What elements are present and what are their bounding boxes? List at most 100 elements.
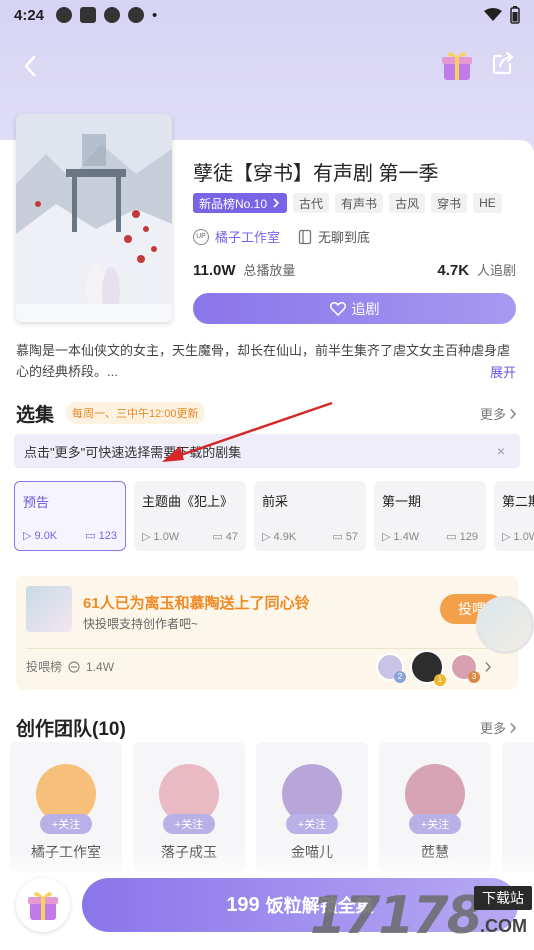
status-time: 4:24 [14,6,45,24]
ending-status: 无聊到底 [298,227,370,246]
episode-title: 第二期 [502,494,534,509]
genre-tag[interactable]: 古代 [293,193,330,213]
divider [26,648,508,649]
app-icon [80,7,97,23]
close-icon[interactable]: × [492,442,510,460]
watermark-domain: .COM [480,916,527,936]
episode-plays: ▷ 9.0K [23,530,58,542]
gift-button[interactable] [440,48,474,82]
more-notifications-dot: • [152,6,158,24]
gift-subtitle: 快投喂支持创作者吧~ [83,617,199,631]
notification-icon [56,7,73,23]
coin-icon [68,660,80,673]
genre-tag[interactable]: 古风 [389,193,426,213]
ending-status-label: 无聊到底 [318,230,371,245]
episode-card[interactable]: 前采 ▷ 4.9K ▭ 57 [254,481,366,551]
feed-ranking[interactable]: 投喂榜 1.4W [26,658,114,675]
genre-tag[interactable]: 有声书 [335,193,384,213]
follow-member-button[interactable]: +关注 [40,814,92,834]
unlock-price: 199 [226,893,260,916]
episodes-more-link[interactable]: 更多 [480,404,517,423]
heart-icon [329,301,346,316]
chevron-right-icon [510,722,517,733]
notification-icon [104,7,121,23]
episode-card[interactable]: 主题曲《犯上》 ▷ 1.0W ▭ 47 [134,481,246,551]
episode-card[interactable]: 第二期 ▷ 1.0W [494,481,534,551]
follow-member-button[interactable]: +关注 [286,814,338,834]
gift-fab-button[interactable] [16,878,70,932]
follower-count-label: 人追剧 [476,263,516,278]
more-label: 更多 [480,721,507,736]
episode-card[interactable]: 第一期 ▷ 1.4W ▭ 129 [374,481,486,551]
drama-description: 慕陶是一本仙侠文的女主，天生魔骨，却长在仙山，前半生集齐了虐文女主百种虐身虐心的… [16,343,511,379]
episode-plays: ▷ 1.0W [142,531,180,543]
episode-title: 第一期 [382,494,422,509]
floating-player-avatar[interactable] [476,596,534,654]
rank-avatar-list[interactable]: 2 1 3 [376,650,492,686]
episode-title: 预告 [23,495,50,510]
play-count-label: 总播放量 [243,263,296,278]
expand-link[interactable]: 展开 [490,362,516,381]
tag-row: 新品榜No.10 古代 有声书 古风 穿书 HE [193,193,502,213]
more-label: 更多 [480,407,507,422]
episode-plays: ▷ 1.0W [502,531,534,543]
up-badge-icon: UP [193,228,209,245]
avatar: 2 [376,653,406,683]
genre-tag[interactable]: HE [473,193,502,213]
follow-drama-button[interactable]: 追剧 [193,293,516,324]
studio-link[interactable]: 橘子工作室 [215,227,280,246]
team-more-link[interactable]: 更多 [480,718,517,737]
episode-comments: ▭ 123 [85,530,117,542]
avatar: 1 [410,650,446,686]
episode-card[interactable]: 预告 ▷ 9.0K ▭ 123 [14,481,126,551]
drama-cover-image[interactable] [16,114,172,322]
cover-artwork [16,114,172,322]
gift-thumbnail [26,586,72,632]
watermark-digits: 17178 [310,886,483,946]
episode-plays: ▷ 1.4W [382,531,420,543]
chevron-left-icon [24,55,36,77]
stats-row: 11.0W 总播放量 4.7K 人追剧 [193,260,516,280]
battery-icon [510,6,520,24]
studio-row: UP 橘子工作室 无聊到底 [193,227,370,246]
drama-title: 孽徒【穿书】有声剧 第一季 [193,163,439,185]
share-icon [492,51,514,75]
follow-drama-label: 追剧 [351,300,380,317]
episode-comments: ▭ 47 [212,531,238,543]
play-count: 11.0W [193,262,236,279]
chevron-right-icon [510,408,517,419]
gift-title: 61人已为离玉和慕陶送上了同心铃 [83,595,310,612]
share-button[interactable] [490,50,520,80]
status-bar: 4:24 • [0,0,534,30]
watermark-badge: 下载站 [474,886,532,910]
chevron-right-icon [485,661,492,673]
avatar: 3 [450,653,480,683]
genre-tag[interactable]: 穿书 [431,193,468,213]
feed-ranking-label: 投喂榜 [26,660,63,674]
episode-plays: ▷ 4.9K [262,531,297,543]
episode-comments: ▭ 129 [446,531,478,543]
annotation-arrow [162,401,333,462]
back-button[interactable] [14,50,46,82]
gift-box-icon [28,892,58,920]
episodes-heading: 选集 [16,405,55,426]
rank-tag[interactable]: 新品榜No.10 [193,193,288,213]
episode-title: 主题曲《犯上》 [142,494,234,509]
episode-comments: ▭ 57 [332,531,358,543]
rank-tag-label: 新品榜No.10 [199,196,268,211]
episode-title: 前采 [262,494,289,509]
follower-count: 4.7K [437,262,470,279]
follow-member-button[interactable]: +关注 [409,814,461,834]
nav-bar [0,44,534,88]
team-heading: 创作团队(10) [16,719,126,740]
gift-card: 61人已为离玉和慕陶送上了同心铃 快投喂支持创作者吧~ 投喂 投喂榜 1.4W … [16,576,518,690]
follow-member-button[interactable]: +关注 [163,814,215,834]
site-watermark: 17178 下载站 .COM [310,880,534,950]
notification-icon [128,7,145,23]
book-icon [298,229,312,244]
feed-ranking-value: 1.4W [86,659,115,674]
chevron-right-icon [273,198,280,208]
episode-list: 预告 ▷ 9.0K ▭ 123 主题曲《犯上》 ▷ 1.0W ▭ 47 前采 ▷ 4… [14,481,534,553]
gift-box-icon [442,52,472,80]
wifi-icon [484,8,502,21]
